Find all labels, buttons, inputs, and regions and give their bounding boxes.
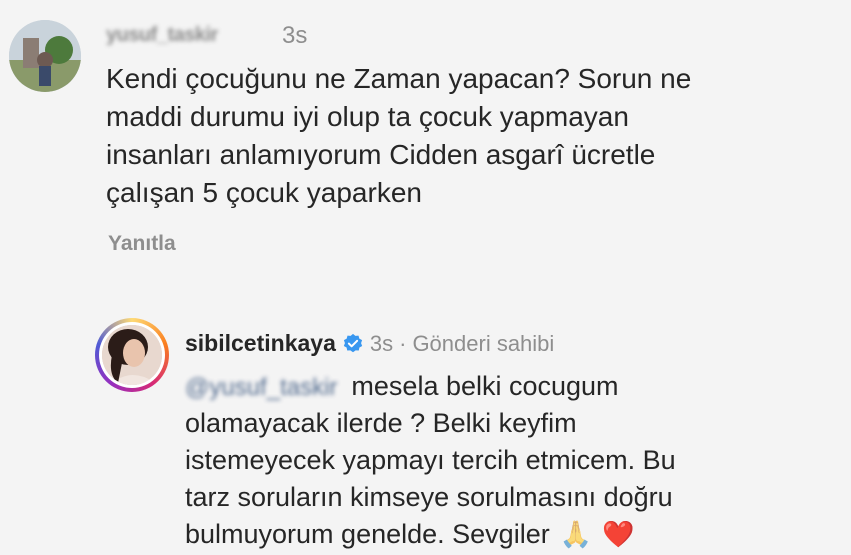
reply-first-line: @yusuf_taskir mesela belki cocugum (185, 368, 619, 405)
pray-emoji-icon: 🙏 (559, 519, 593, 549)
reply-time: 3s (369, 330, 394, 356)
owner-username[interactable]: sibilcetinkaya (185, 330, 336, 357)
comment-text: Kendi çocuğunu ne Zaman yapacan? Sorun n… (106, 60, 691, 212)
reply-line: tarz soruların kimseye sorulmasını doğru (185, 482, 673, 512)
comment-line: Kendi çocuğunu ne Zaman yapacan? Sorun n… (106, 63, 692, 94)
reply-line: mesela belki cocugum (351, 371, 619, 401)
reply-header: sibilcetinkaya 3s · Gönderi sahibi (185, 330, 554, 357)
reply-line: istemeyecek yapmayı tercih etmicem. Bu (185, 445, 676, 475)
meta-separator: · (399, 330, 407, 356)
heart-emoji-icon: ❤️ (602, 519, 635, 549)
reply-line: bulmuyorum genelde. Sevgiler (185, 519, 550, 549)
owner-label: Gönderi sahibi (412, 330, 555, 356)
reply-text: olamayacak ilerde ? Belki keyfim istemey… (185, 405, 676, 553)
commenter-avatar[interactable] (9, 20, 81, 92)
reply-last-line: bulmuyorum genelde. Sevgiler 🙏 ❤️ (185, 516, 676, 553)
comment-line: maddi durumu iyi olup ta çocuk yapmayan (106, 101, 629, 132)
comment-line: insanları anlamıyorum Cidden asgarî ücre… (106, 139, 656, 170)
comment-time: 3s (282, 22, 308, 49)
commenter-username[interactable]: yusuf_taskir (106, 24, 218, 47)
reply-line: olamayacak ilerde ? Belki keyfim (185, 408, 577, 438)
verified-badge-icon (343, 333, 363, 352)
reply-button[interactable]: Yanıtla (108, 232, 176, 256)
owner-avatar[interactable] (95, 318, 169, 392)
mention-link[interactable]: @yusuf_taskir (185, 374, 337, 402)
comment-line: çalışan 5 çocuk yaparken (106, 177, 422, 208)
